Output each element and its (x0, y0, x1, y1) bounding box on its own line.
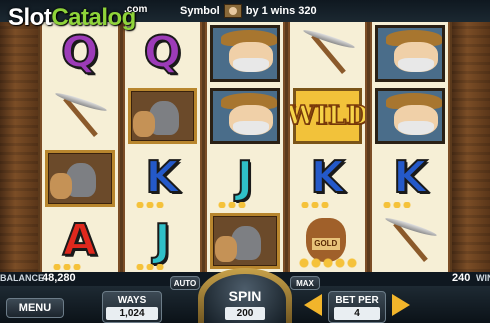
bet-per-display: BET PER 4 (328, 291, 386, 323)
symbol-k: K (125, 147, 201, 210)
miner-icon (375, 25, 445, 82)
right-wood-frame (452, 22, 490, 272)
gold-coins-icon (382, 201, 433, 208)
symbol-gold-bag: GOLD (290, 210, 366, 273)
gold-bag-icon: GOLD (290, 210, 366, 273)
ways-display: WAYS 1,024 (102, 291, 162, 323)
symbol-miner (207, 22, 283, 85)
balance-label: BALANCE (0, 273, 44, 283)
bet-decrease-arrow-icon[interactable] (304, 294, 322, 316)
symbol-pickaxe (290, 22, 366, 85)
win-message-prefix: Symbol (180, 5, 220, 17)
wild-icon: WILD (289, 87, 366, 144)
win-message-suffix: by 1 wins 320 (245, 5, 317, 17)
gold-coins-icon (134, 201, 185, 208)
max-button[interactable]: MAX (290, 276, 320, 290)
reel-2: Q KJ (122, 22, 203, 273)
logo-com-text: .com (124, 4, 148, 15)
symbol-k: K (290, 147, 366, 210)
miner-icon (210, 25, 280, 82)
miner-icon (210, 87, 280, 144)
symbol-pickaxe (372, 210, 448, 273)
symbol-miner (372, 22, 448, 85)
win-value: 240 (452, 272, 471, 284)
symbol-q: Q (125, 22, 201, 85)
symbol-letter: K (144, 152, 180, 204)
symbol-wild: WILD (289, 85, 366, 148)
symbol-miner (207, 85, 283, 148)
symbol-donkey (125, 85, 201, 148)
pickaxe-icon (42, 85, 118, 148)
symbol-pickaxe (42, 85, 118, 148)
miner-icon (375, 87, 445, 144)
donkey-icon (210, 212, 280, 269)
reel-5: K (370, 22, 450, 272)
gold-coins-icon (52, 264, 102, 270)
total-bet-value: 200 (225, 307, 265, 320)
gold-bag-label: GOLD (311, 237, 340, 250)
spin-label: SPIN (228, 288, 262, 304)
symbol-letter: Q (143, 27, 182, 79)
slotcatalog-logo: SlotCatalog .com (8, 4, 147, 38)
symbol-j: J (207, 147, 283, 210)
auto-button[interactable]: AUTO (170, 276, 200, 290)
reel-4: WILD K GOLD (287, 22, 368, 273)
bet-per-label: BET PER (335, 294, 379, 306)
donkey-icon (45, 150, 115, 207)
donkey-icon (127, 87, 198, 144)
symbol-donkey (207, 210, 283, 273)
symbol-miner (372, 85, 448, 148)
symbol-letter: J (236, 152, 254, 204)
symbol-letter: J (153, 214, 171, 266)
symbol-letter: K (310, 152, 346, 204)
gold-coins-icon (217, 201, 268, 208)
symbol-a: A (42, 210, 118, 273)
donkey-icon (223, 4, 242, 18)
gold-coins-icon (299, 201, 350, 208)
reel-3: J (205, 22, 285, 272)
pickaxe-icon (372, 210, 448, 273)
win-label: WIN (476, 273, 490, 283)
menu-button[interactable]: MENU (6, 298, 64, 318)
pickaxe-icon (290, 22, 366, 85)
control-panel: MENU WAYS 1,024 AUTO SPIN 200 MAX BET PE… (0, 268, 490, 323)
spin-button[interactable]: SPIN 200 (204, 274, 286, 323)
reel-grid: Q A Q K J J WILD K GOLD K (38, 22, 452, 272)
symbol-j: J (125, 210, 201, 273)
symbol-letter: K (392, 152, 428, 204)
balance-value: 48,280 (42, 272, 76, 284)
symbol-donkey (42, 147, 118, 210)
wild-text: WILD (289, 100, 366, 132)
symbol-k: K (372, 147, 448, 210)
win-message: Symbol by 1 wins 320 (180, 3, 317, 19)
logo-slot-text: Slot (8, 4, 52, 31)
bet-increase-arrow-icon[interactable] (392, 294, 410, 316)
ways-label: WAYS (117, 294, 147, 306)
ways-value: 1,024 (106, 306, 158, 320)
left-wood-frame (0, 22, 38, 272)
reel-1: QA (40, 22, 120, 272)
gold-coins-icon (134, 264, 185, 270)
bet-per-value: 4 (334, 306, 380, 320)
symbol-letter: A (62, 214, 98, 266)
